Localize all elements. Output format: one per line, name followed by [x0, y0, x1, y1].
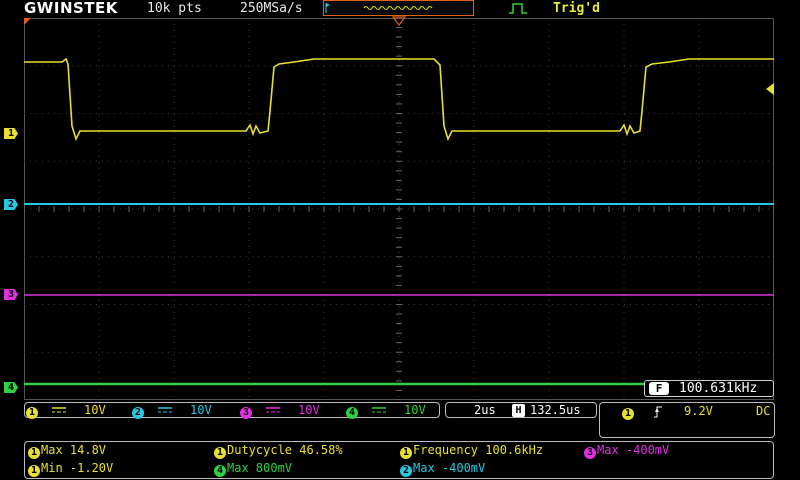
- trigger-status: Trig'd: [553, 1, 600, 16]
- brand-logo: GWINSTEK: [24, 0, 118, 17]
- channel-3-scale[interactable]: 3 10V: [240, 403, 340, 419]
- channel-3-volts-div: 10V: [298, 403, 320, 417]
- channel-2-scale[interactable]: 2 10V: [132, 403, 232, 419]
- channel-4-position-marker[interactable]: 4: [4, 382, 18, 393]
- trigger-waveform-icon: [509, 3, 527, 14]
- channel-1-position-marker[interactable]: 1: [4, 128, 18, 139]
- channel-4-badge: 4: [346, 407, 358, 419]
- measurement-text: Frequency 100.6kHz: [413, 443, 544, 457]
- horizontal-position: 132.5us: [530, 403, 581, 417]
- channel-1-scale[interactable]: 1 10V: [26, 403, 126, 419]
- dc-coupling-icon: [52, 407, 66, 413]
- dc-coupling-icon: [266, 407, 280, 413]
- measurement-channel-badge: 1: [400, 447, 412, 459]
- trigger-coupling: DC: [756, 404, 771, 418]
- memory-waveform-icon: [325, 3, 433, 13]
- timebase: 2us: [474, 403, 496, 417]
- frequency-value: 100.631kHz: [679, 381, 758, 396]
- measurement-text: Min -1.20V: [41, 461, 114, 475]
- measurement-channel-badge: 2: [400, 465, 412, 477]
- waveform-traces: [24, 57, 774, 386]
- rising-edge-icon: [654, 406, 662, 418]
- waveform-display[interactable]: [24, 18, 774, 400]
- trigger-position-marker-icon: [392, 16, 406, 26]
- measurement-channel-badge: 1: [214, 447, 226, 459]
- measurement-text: Max 14.8V: [41, 443, 107, 457]
- channel-2-volts-div: 10V: [190, 403, 212, 417]
- record-length: 10k pts: [147, 1, 202, 16]
- trigger-level-marker-icon[interactable]: [766, 83, 775, 95]
- measurement-channel-badge: 1: [28, 465, 40, 477]
- trigger-panel[interactable]: 1 9.2V DC: [599, 402, 775, 438]
- horizontal-panel[interactable]: 2us H 132.5us: [445, 402, 597, 418]
- horizontal-position-icon: H: [512, 404, 525, 417]
- measurement-text: Dutycycle 46.58%: [227, 443, 343, 457]
- channel-1-badge: 1: [26, 407, 38, 419]
- measurement-ch4-max: 4 Max 800mV: [214, 461, 292, 477]
- channel-3-position-marker[interactable]: 3: [4, 289, 18, 300]
- measurement-ch1-min: 1 Min -1.20V: [28, 461, 113, 477]
- trigger-source-channel: 1: [622, 408, 634, 420]
- trigger-level: 9.2V: [684, 404, 713, 418]
- measurement-ch1-duty: 1 Dutycycle 46.58%: [214, 443, 343, 459]
- record-start-marker-icon: [24, 18, 31, 25]
- dc-coupling-icon: [158, 407, 172, 413]
- measurement-text: Max -400mV: [413, 461, 486, 475]
- measurement-text: Max -400mV: [597, 443, 670, 457]
- dc-coupling-icon: [372, 407, 386, 413]
- channel-2-badge: 2: [132, 407, 144, 419]
- measurement-ch2-max: 2 Max -400mV: [400, 461, 485, 477]
- frequency-counter: F 100.631kHz: [644, 380, 774, 397]
- frequency-badge: F: [649, 382, 669, 395]
- measurement-channel-badge: 3: [584, 447, 596, 459]
- measurement-channel-badge: 4: [214, 465, 226, 477]
- measurement-ch3-max: 3 Max -400mV: [584, 443, 669, 459]
- graticule: [24, 18, 774, 400]
- measurement-channel-badge: 1: [28, 447, 40, 459]
- sample-rate: 250MSa/s: [240, 1, 303, 16]
- memory-position-bar[interactable]: [323, 0, 474, 16]
- channel-2-position-marker[interactable]: 2: [4, 199, 18, 210]
- channel-4-scale[interactable]: 4 10V: [346, 403, 446, 419]
- measurement-ch1-max: 1 Max 14.8V: [28, 443, 106, 459]
- channel-4-volts-div: 10V: [404, 403, 426, 417]
- channel-3-badge: 3: [240, 407, 252, 419]
- channel-1-volts-div: 10V: [84, 403, 106, 417]
- measurement-ch1-freq: 1 Frequency 100.6kHz: [400, 443, 543, 459]
- measurement-text: Max 800mV: [227, 461, 293, 475]
